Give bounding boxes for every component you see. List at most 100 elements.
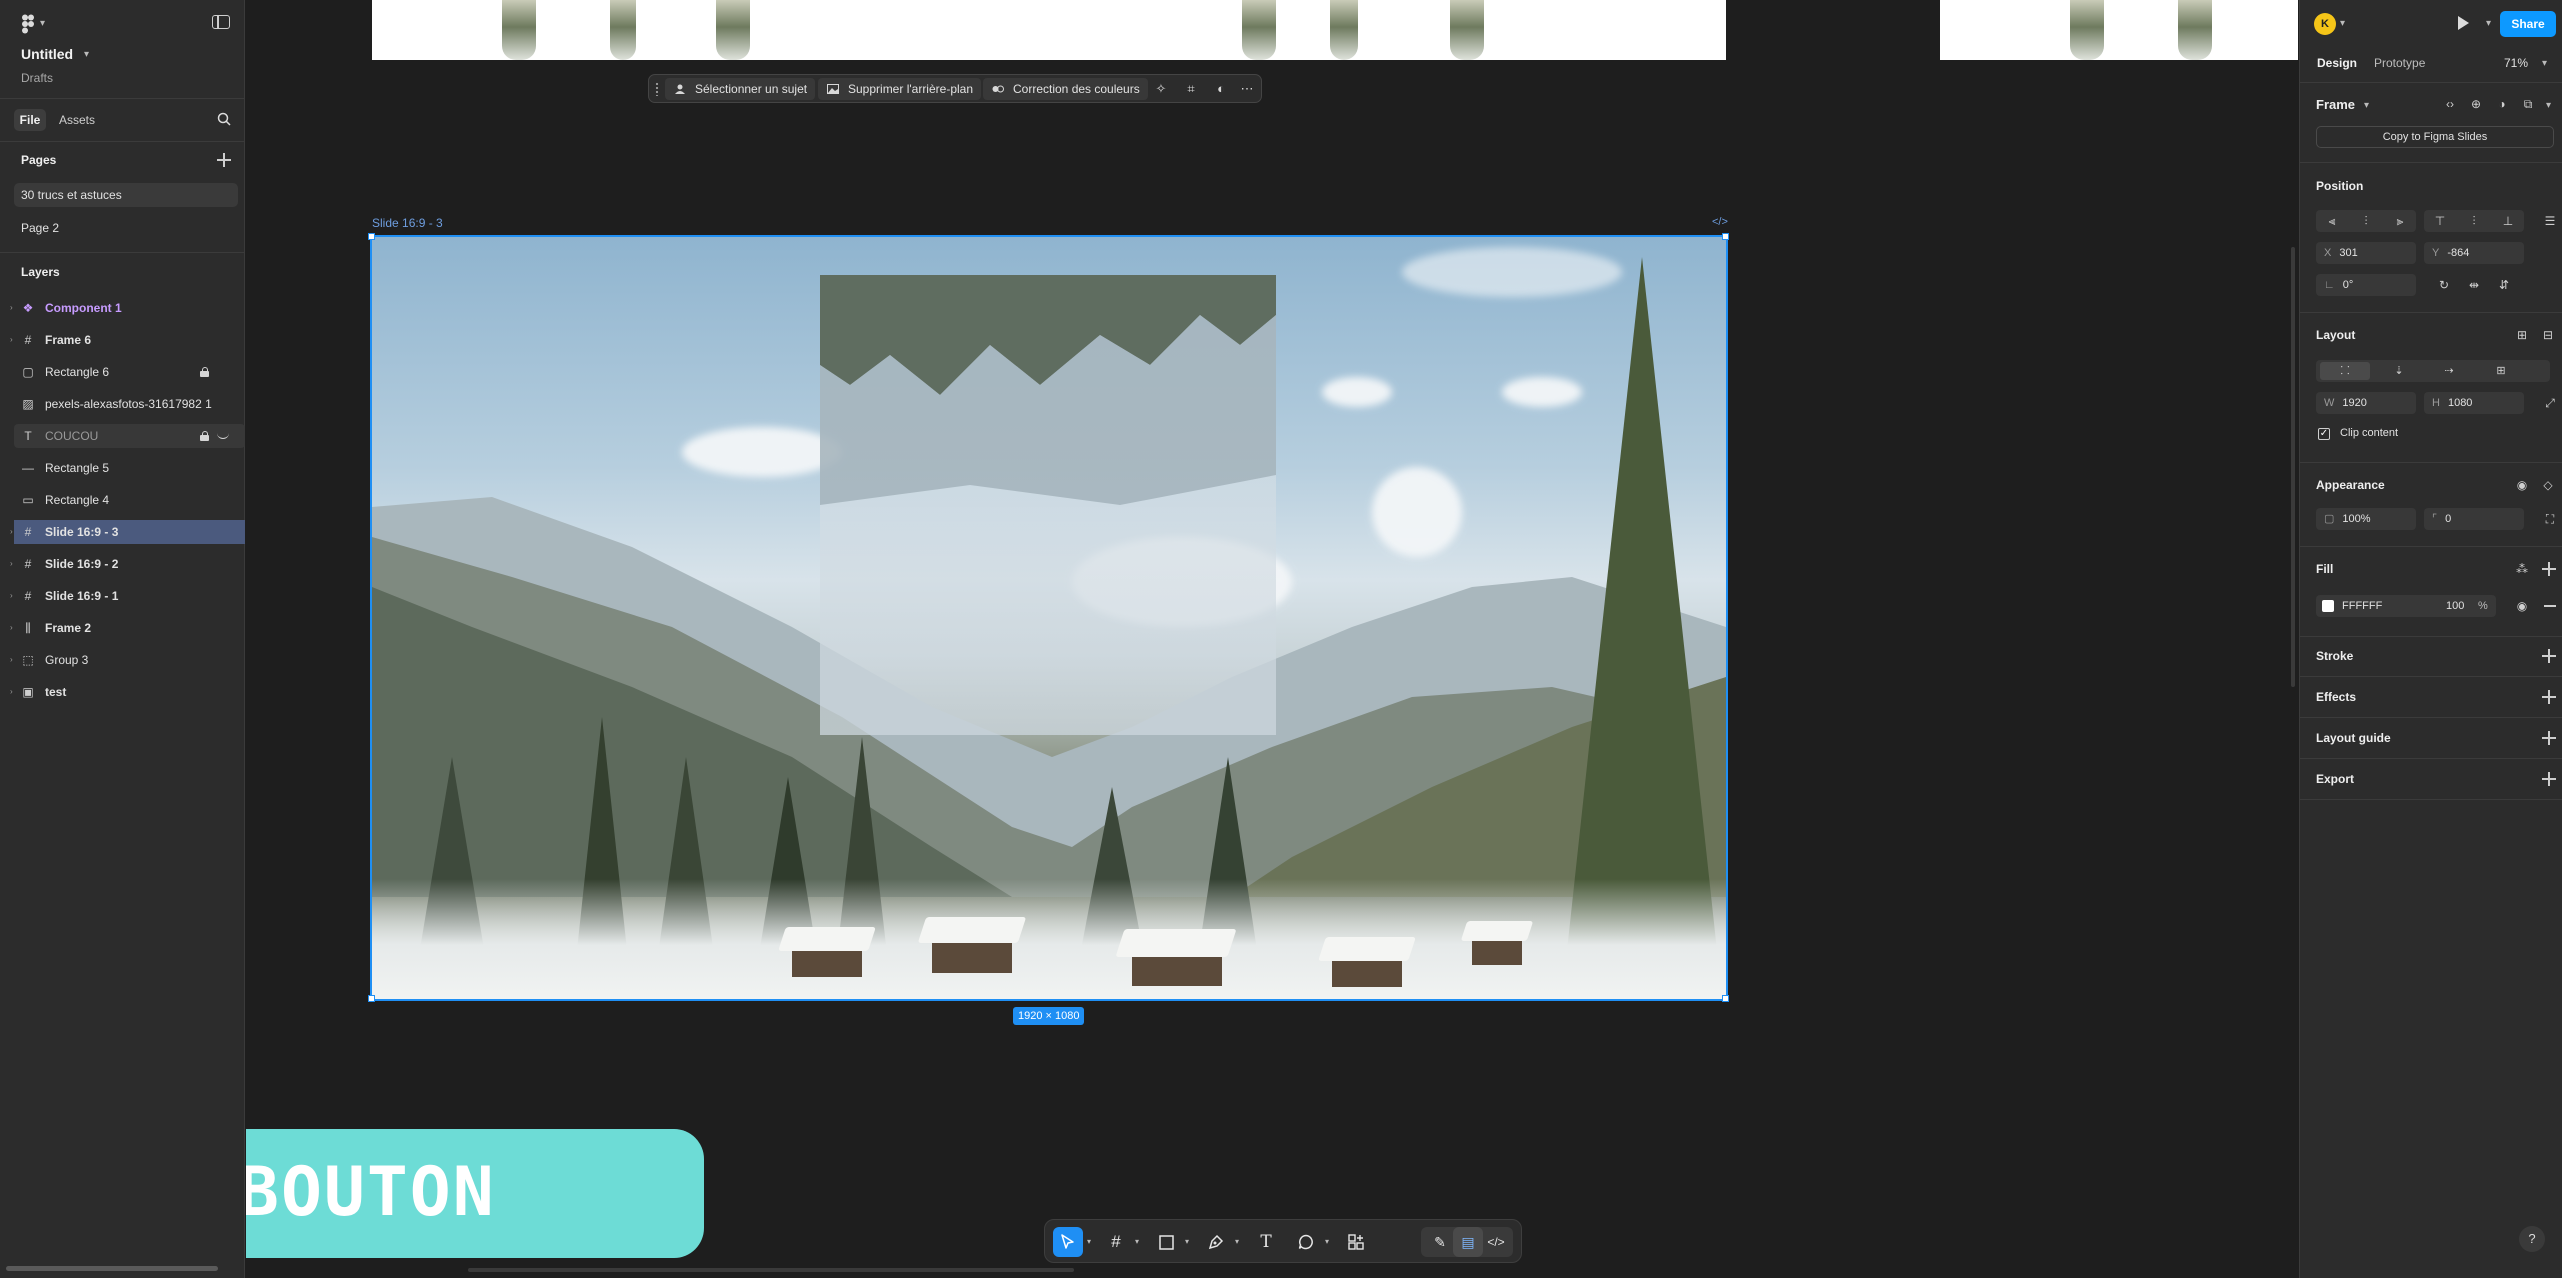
layer-row[interactable]: › ⬚ Group 3	[10, 648, 245, 672]
layer-row[interactable]: › ⫼ Frame 2	[10, 616, 245, 640]
flip-vertical-icon[interactable]: ⇵	[2496, 277, 2512, 293]
target-icon[interactable]: ⊕	[2468, 96, 2484, 112]
comment-tool[interactable]	[1291, 1227, 1321, 1257]
freeform-layout-icon[interactable]: ⸬	[2320, 362, 2370, 380]
file-title[interactable]: Untitled	[21, 46, 73, 62]
caret-right-icon[interactable]: ›	[10, 616, 13, 640]
frame-slide-top[interactable]	[372, 0, 1726, 60]
present-play-icon[interactable]	[2458, 16, 2469, 30]
caret-right-icon[interactable]: ›	[10, 520, 13, 544]
layer-row[interactable]: › # Slide 16:9 - 1	[10, 584, 245, 608]
chevron-down-icon[interactable]: ▾	[2542, 58, 2547, 69]
add-fill-icon[interactable]	[2542, 562, 2556, 576]
caret-right-icon[interactable]: ›	[10, 296, 13, 320]
text-tool[interactable]: T	[1251, 1227, 1281, 1257]
add-page-icon[interactable]	[217, 153, 231, 167]
tab-prototype[interactable]: Prototype	[2374, 52, 2425, 74]
overlay-rectangle[interactable]	[820, 275, 1276, 735]
blend-mode-icon[interactable]: ◇	[2540, 477, 2556, 493]
resize-to-fit-icon[interactable]: ⤢	[2542, 395, 2558, 411]
layer-row[interactable]: › ❖ Component 1	[10, 296, 245, 320]
eye-icon[interactable]: ◉	[2514, 477, 2530, 493]
selected-slide[interactable]	[370, 235, 1728, 1001]
clip-content-checkbox[interactable]: ✓	[2318, 428, 2330, 440]
resize-handle[interactable]	[1722, 233, 1729, 240]
canvas-vertical-scrollbar[interactable]	[2291, 247, 2295, 687]
distribute-icon[interactable]: ☰	[2542, 213, 2558, 229]
crop-icon[interactable]: ⌗	[1183, 81, 1199, 97]
zoom-level[interactable]: 71%	[2504, 52, 2528, 74]
canvas[interactable]: Sélectionner un sujet Supprimer l'arrièr…	[246, 0, 2298, 1278]
auto-layout-icon[interactable]: ⊟	[2540, 327, 2556, 343]
help-button[interactable]: ?	[2519, 1226, 2545, 1252]
stroke-heading[interactable]: Stroke	[2316, 649, 2353, 663]
align-left-icon[interactable]: ⫷	[2324, 213, 2340, 229]
move-tool[interactable]	[1053, 1227, 1083, 1257]
frame-type-selector[interactable]: Frame	[2316, 97, 2355, 112]
width-field[interactable]: W 1920	[2316, 392, 2416, 414]
grid-mode-icon[interactable]: ⊞	[2476, 362, 2526, 380]
effects-heading[interactable]: Effects	[2316, 690, 2356, 704]
caret-right-icon[interactable]: ›	[10, 584, 13, 608]
flip-horizontal-icon[interactable]: ⇹	[2466, 277, 2482, 293]
resize-handle[interactable]	[1722, 995, 1729, 1002]
chevron-down-icon[interactable]: ▾	[84, 49, 89, 60]
more-icon[interactable]: ⋯	[1239, 81, 1255, 97]
lock-icon[interactable]	[200, 431, 209, 441]
chevron-down-icon[interactable]: ▾	[1185, 1237, 1189, 1246]
copy-to-slides-button[interactable]: Copy to Figma Slides	[2316, 126, 2554, 148]
contrast-icon[interactable]: ◑	[2494, 96, 2510, 112]
vertical-layout-icon[interactable]: ⇣	[2374, 362, 2424, 380]
sidebar-scrollbar[interactable]	[6, 1266, 218, 1271]
x-field[interactable]: X 301	[2316, 242, 2416, 264]
add-effect-icon[interactable]	[2542, 690, 2556, 704]
contrast-icon[interactable]: ◐	[1213, 81, 1229, 97]
magic-edit-icon[interactable]: ✧	[1153, 81, 1169, 97]
fill-color-field[interactable]: FFFFFF 100 %	[2316, 595, 2496, 617]
layer-row[interactable]: ▨ pexels-alexasfotos-31617982 1	[14, 392, 245, 416]
variants-icon[interactable]: ⧉	[2520, 96, 2536, 112]
layer-row[interactable]: T COUCOU	[14, 424, 245, 448]
figma-menu-icon[interactable]	[20, 14, 36, 34]
drag-handle-icon[interactable]	[655, 82, 659, 96]
chevron-down-icon[interactable]: ▾	[1135, 1237, 1139, 1246]
pen-tool[interactable]	[1201, 1227, 1231, 1257]
select-subject-button[interactable]: Sélectionner un sujet	[665, 78, 816, 100]
chevron-down-icon[interactable]: ▾	[1325, 1237, 1329, 1246]
resize-handle[interactable]	[368, 233, 375, 240]
align-bottom-icon[interactable]: ⊥	[2500, 213, 2516, 229]
opacity-field[interactable]: ▢ 100%	[2316, 508, 2416, 530]
caret-right-icon[interactable]: ›	[10, 648, 13, 672]
search-icon[interactable]	[217, 112, 231, 126]
frame-slide-top-right[interactable]	[1940, 0, 2298, 60]
resize-handle[interactable]	[368, 995, 375, 1002]
design-mode-button[interactable]: ▤	[1453, 1227, 1483, 1257]
layer-row[interactable]: › ▣ test	[10, 680, 245, 704]
layout-guide-heading[interactable]: Layout guide	[2316, 731, 2391, 745]
layer-row[interactable]: ▢ Rectangle 6	[14, 360, 245, 384]
layer-row[interactable]: › # Slide 16:9 - 2	[10, 552, 245, 576]
caret-right-icon[interactable]: ›	[10, 680, 13, 704]
chevron-down-icon[interactable]: ▾	[2546, 100, 2551, 111]
eye-closed-icon[interactable]	[217, 431, 229, 439]
export-heading[interactable]: Export	[2316, 772, 2354, 786]
share-button[interactable]: Share	[2500, 11, 2556, 37]
frame-label[interactable]: Slide 16:9 - 3	[372, 216, 443, 230]
eye-icon[interactable]: ◉	[2514, 598, 2530, 614]
add-layout-guide-icon[interactable]	[2542, 731, 2556, 745]
avatar[interactable]: K	[2314, 13, 2336, 35]
tab-design[interactable]: Design	[2317, 52, 2357, 74]
remove-fill-icon[interactable]	[2544, 605, 2556, 607]
align-center-h-icon[interactable]: ⫶	[2358, 213, 2374, 229]
layer-row[interactable]: › # Frame 6	[10, 328, 245, 352]
layer-row-selected[interactable]: › # Slide 16:9 - 3	[10, 520, 245, 544]
fill-swatch[interactable]	[2322, 600, 2334, 612]
grid-layout-icon[interactable]: ⊞	[2514, 327, 2530, 343]
rectangle-tool[interactable]	[1151, 1227, 1181, 1257]
align-right-icon[interactable]: ⫸	[2392, 213, 2408, 229]
page-item[interactable]: Page 2	[14, 216, 238, 240]
bouton-button-frame[interactable]: BOUTON	[246, 1129, 704, 1258]
chevron-down-icon[interactable]: ▾	[1235, 1237, 1239, 1246]
caret-right-icon[interactable]: ›	[10, 328, 13, 352]
independent-corners-icon[interactable]: ⛶	[2542, 511, 2558, 527]
